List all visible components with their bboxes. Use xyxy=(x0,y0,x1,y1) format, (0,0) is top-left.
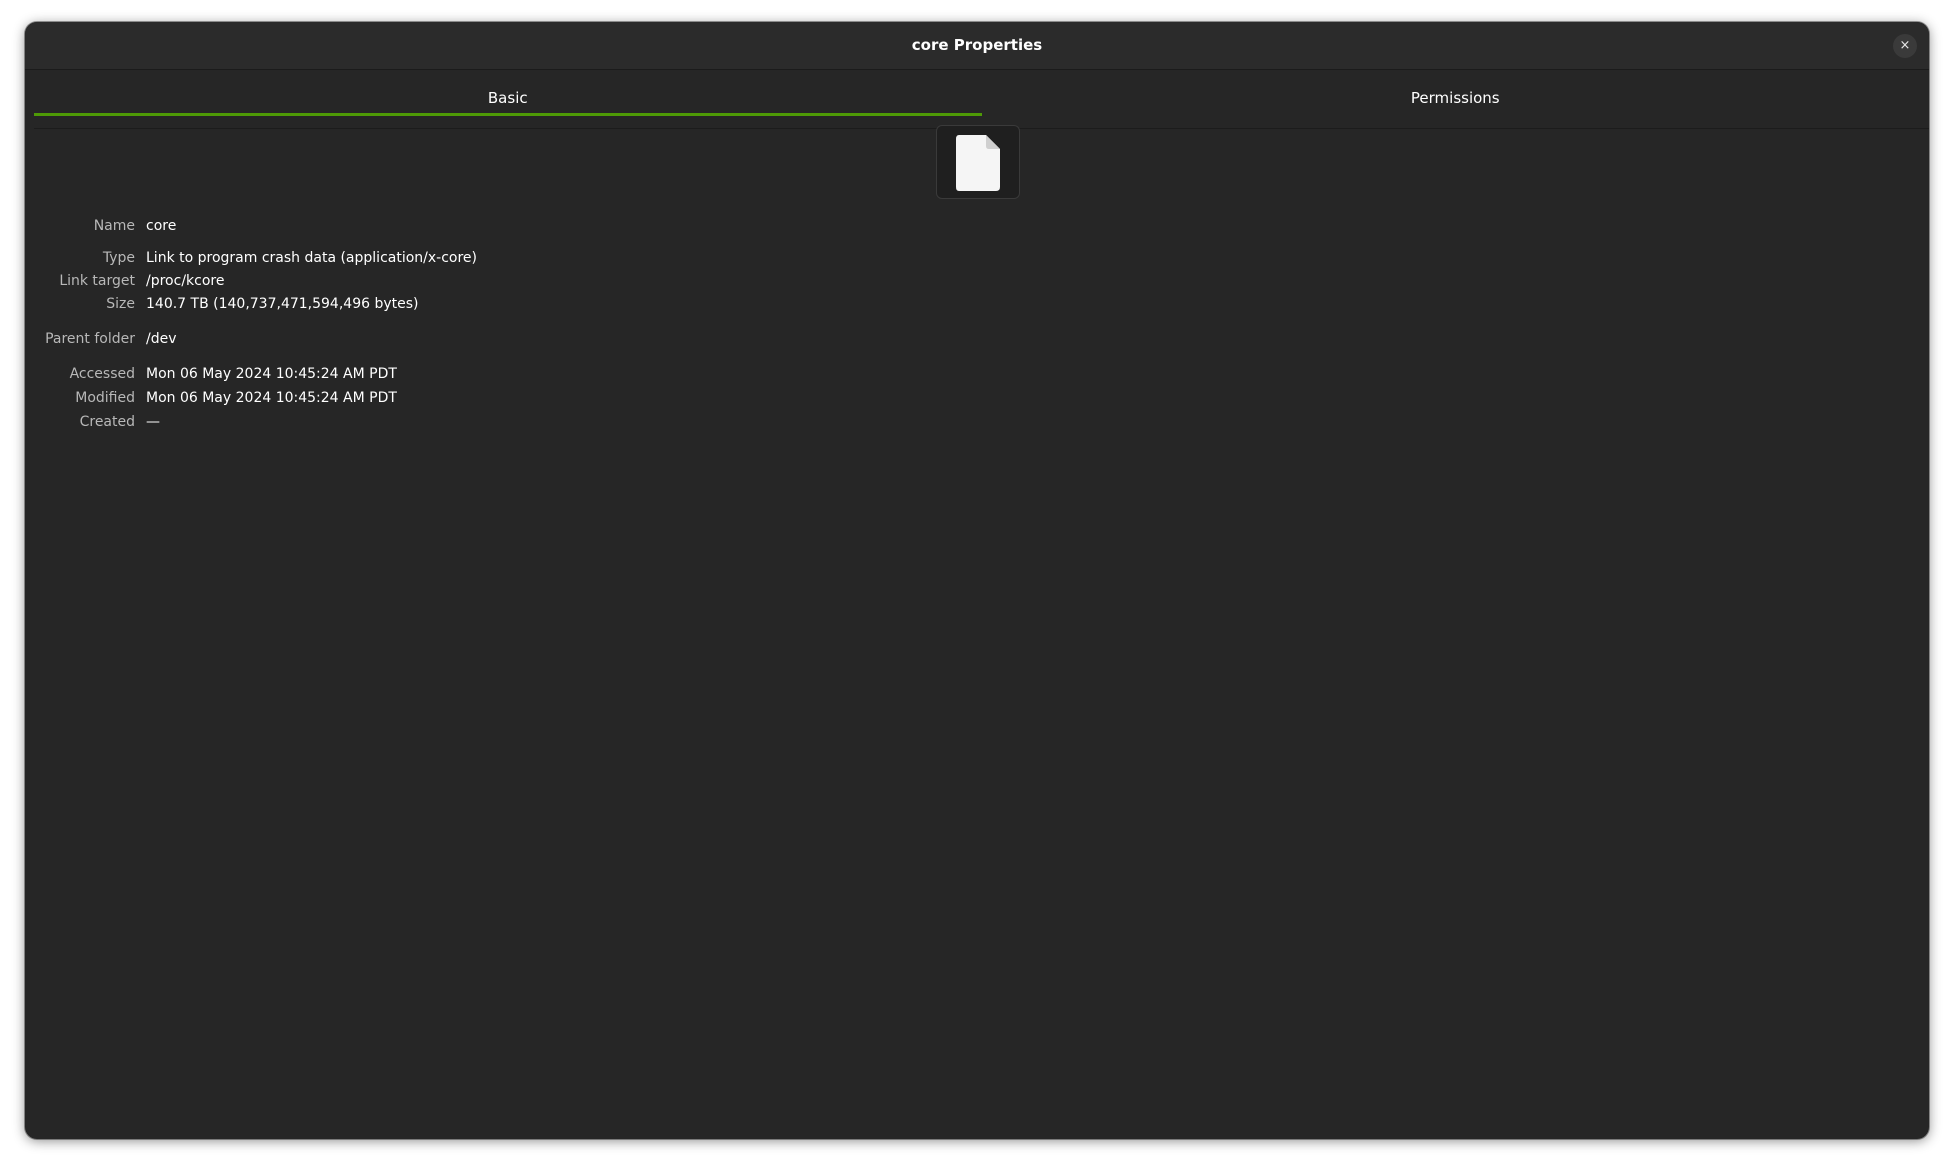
file-icon-frame xyxy=(936,125,1020,199)
name-value[interactable]: core xyxy=(146,218,176,234)
accessed-label: Accessed xyxy=(69,366,135,382)
created-value: — xyxy=(146,414,160,430)
tab-permissions[interactable]: Permissions xyxy=(982,58,1930,116)
parent-folder-value[interactable]: /dev xyxy=(146,331,177,347)
type-value: Link to program crash data (application/… xyxy=(146,250,477,266)
tab-bar: Basic Permissions xyxy=(34,70,1929,129)
close-icon: × xyxy=(1899,38,1911,53)
size-value: 140.7 TB (140,737,471,594,496 bytes) xyxy=(146,296,419,312)
accessed-value: Mon 06 May 2024 10:45:24 AM PDT xyxy=(146,366,397,382)
link-target-value: /proc/kcore xyxy=(146,273,225,289)
modified-label: Modified xyxy=(75,390,135,406)
close-button[interactable]: × xyxy=(1893,34,1917,58)
modified-value: Mon 06 May 2024 10:45:24 AM PDT xyxy=(146,390,397,406)
properties-window: core Properties × Basic Permissions Name… xyxy=(25,22,1929,1139)
name-label: Name xyxy=(93,218,135,234)
parent-folder-label: Parent folder xyxy=(45,331,135,347)
type-label: Type xyxy=(102,250,135,266)
created-label: Created xyxy=(79,414,135,430)
size-label: Size xyxy=(106,296,135,312)
link-target-label: Link target xyxy=(59,273,135,289)
tab-basic[interactable]: Basic xyxy=(34,58,982,116)
text-file-icon xyxy=(956,135,1000,191)
